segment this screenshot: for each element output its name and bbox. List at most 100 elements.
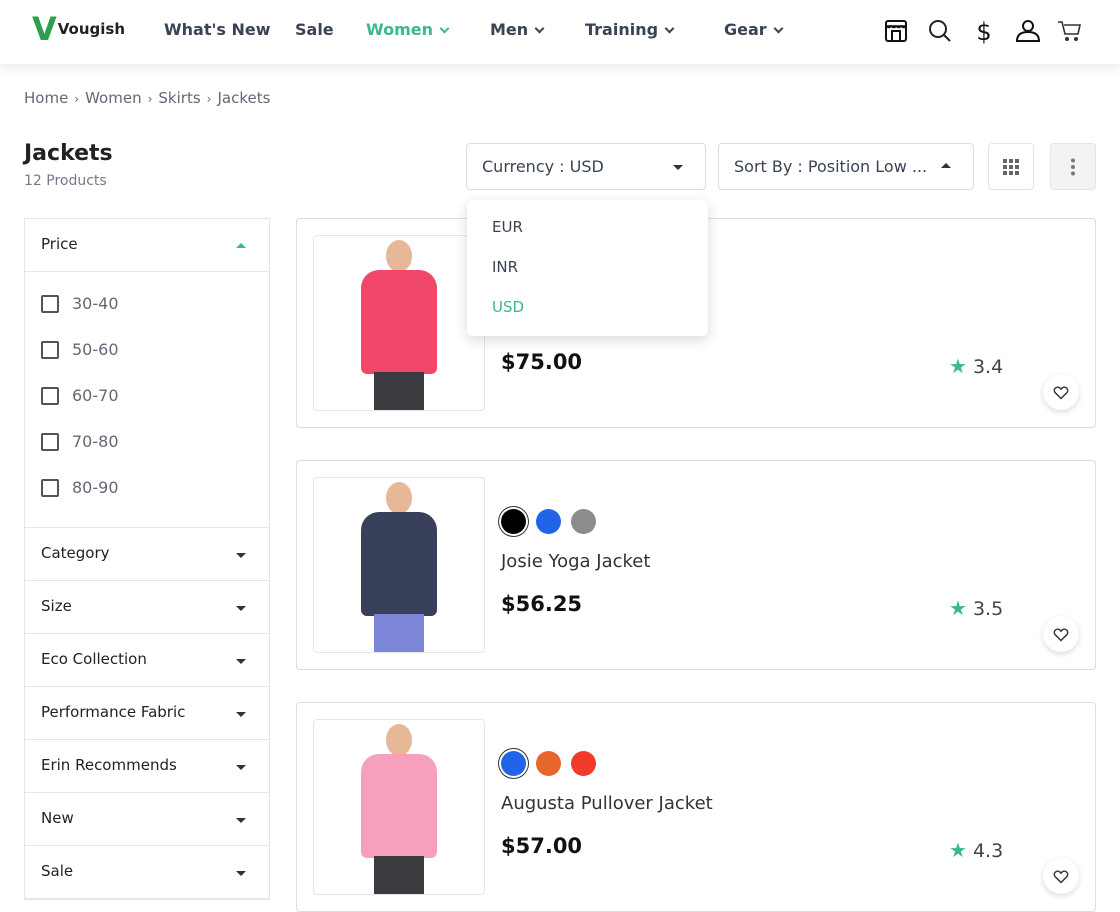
wishlist-button[interactable]: [1043, 374, 1079, 410]
product-name[interactable]: Josie Yoga Jacket: [501, 551, 650, 572]
nav-men[interactable]: Men: [490, 20, 545, 39]
model-head: [386, 482, 412, 514]
filter-new[interactable]: New: [25, 793, 269, 846]
more-vertical-icon: [1071, 158, 1075, 175]
color-swatches: [501, 751, 596, 776]
user-icon[interactable]: [1015, 18, 1041, 44]
breadcrumb-skirts[interactable]: Skirts: [158, 89, 200, 107]
currency-option-inr[interactable]: INR: [467, 258, 708, 298]
star-icon: ★: [949, 596, 967, 620]
page-title: Jackets: [24, 141, 113, 166]
product-card[interactable]: Augusta Pullover Jacket $57.00 ★ 4.3: [296, 702, 1096, 912]
chevron-down-icon: [773, 23, 784, 34]
star-icon: ★: [949, 838, 967, 862]
caret-down-icon: [236, 765, 246, 770]
logo-text: Vougish: [57, 20, 126, 38]
caret-down-icon: [236, 659, 246, 664]
caret-up-icon: [941, 163, 951, 168]
product-image[interactable]: [313, 477, 485, 653]
nav-training[interactable]: Training: [585, 20, 675, 39]
model-head: [386, 724, 412, 756]
product-card[interactable]: Josie Yoga Jacket $56.25 ★ 3.5: [296, 460, 1096, 670]
heart-icon: [1053, 385, 1069, 400]
grid-view-button[interactable]: [988, 143, 1034, 190]
heart-icon: [1053, 869, 1069, 884]
checkbox[interactable]: [41, 387, 59, 405]
color-swatch[interactable]: [501, 751, 526, 776]
color-swatch[interactable]: [536, 751, 561, 776]
color-swatch[interactable]: [571, 509, 596, 534]
product-rating: ★ 3.4: [949, 354, 1004, 378]
heart-icon: [1053, 627, 1069, 642]
currency-value: Currency : USD: [482, 157, 604, 176]
sort-select[interactable]: Sort By : Position Low ...: [718, 143, 974, 190]
dollar-icon[interactable]: $: [971, 18, 997, 44]
grid-icon: [1003, 158, 1019, 175]
currency-option-eur[interactable]: EUR: [467, 218, 708, 258]
caret-up-icon: [236, 243, 246, 248]
product-count: 12 Products: [24, 173, 107, 189]
currency-dropdown: EUR INR USD: [467, 200, 708, 336]
filter-price-header[interactable]: Price: [25, 219, 269, 272]
product-price: $56.25: [501, 592, 583, 616]
search-icon[interactable]: [927, 18, 953, 44]
star-icon: ★: [949, 354, 967, 378]
header: V Vougish What's New Sale Women Men Train…: [0, 0, 1120, 64]
store-icon[interactable]: [883, 18, 909, 44]
color-swatches: [501, 509, 596, 534]
product-image[interactable]: [313, 235, 485, 411]
currency-option-usd[interactable]: USD: [467, 298, 708, 338]
checkbox[interactable]: [41, 479, 59, 497]
filter-size[interactable]: Size: [25, 581, 269, 634]
logo[interactable]: V Vougish: [32, 10, 126, 48]
filter-sidebar: Price 30-40 50-60 60-70 70-80 80-90 Cate…: [24, 218, 270, 900]
caret-down-icon: [236, 818, 246, 823]
caret-down-icon: [236, 553, 246, 558]
sort-value: Sort By : Position Low ...: [734, 157, 928, 176]
model-jacket: [361, 270, 437, 374]
price-option[interactable]: 70-80: [25, 432, 269, 478]
price-options: 30-40 50-60 60-70 70-80 80-90: [25, 272, 269, 528]
breadcrumb-home[interactable]: Home: [24, 89, 68, 107]
filter-eco-collection[interactable]: Eco Collection: [25, 634, 269, 687]
cart-icon[interactable]: [1057, 18, 1083, 44]
nav-whats-new[interactable]: What's New: [164, 20, 271, 39]
wishlist-button[interactable]: [1043, 858, 1079, 894]
logo-mark: V: [32, 10, 57, 48]
model-jacket: [361, 754, 437, 858]
svg-text:$: $: [976, 18, 991, 44]
checkbox[interactable]: [41, 433, 59, 451]
caret-down-icon: [236, 712, 246, 717]
breadcrumb-women[interactable]: Women: [85, 89, 141, 107]
model-head: [386, 240, 412, 272]
filter-performance-fabric[interactable]: Performance Fabric: [25, 687, 269, 740]
model-pants: [374, 614, 424, 652]
color-swatch[interactable]: [501, 509, 526, 534]
nav-sale[interactable]: Sale: [295, 20, 334, 39]
nav-gear[interactable]: Gear: [724, 20, 784, 39]
price-option[interactable]: 60-70: [25, 386, 269, 432]
model-jacket: [361, 512, 437, 616]
product-image[interactable]: [313, 719, 485, 895]
caret-down-icon: [236, 871, 246, 876]
filter-sale[interactable]: Sale: [25, 846, 269, 899]
chevron-down-icon: [534, 23, 545, 34]
price-option[interactable]: 80-90: [25, 478, 269, 524]
caret-down-icon: [236, 606, 246, 611]
price-option[interactable]: 30-40: [25, 294, 269, 340]
list-view-button[interactable]: [1050, 143, 1096, 190]
currency-select[interactable]: Currency : USD: [466, 143, 706, 190]
filter-category[interactable]: Category: [25, 528, 269, 581]
product-price: $57.00: [501, 834, 583, 858]
checkbox[interactable]: [41, 295, 59, 313]
nav-women[interactable]: Women: [366, 20, 450, 39]
filter-erin-recommends[interactable]: Erin Recommends: [25, 740, 269, 793]
color-swatch[interactable]: [571, 751, 596, 776]
color-swatch[interactable]: [536, 509, 561, 534]
product-name[interactable]: Augusta Pullover Jacket: [501, 793, 713, 814]
checkbox[interactable]: [41, 341, 59, 359]
breadcrumb: Home › Women › Skirts › Jackets: [24, 89, 271, 107]
price-option[interactable]: 50-60: [25, 340, 269, 386]
wishlist-button[interactable]: [1043, 616, 1079, 652]
product-price: $75.00: [501, 350, 583, 374]
